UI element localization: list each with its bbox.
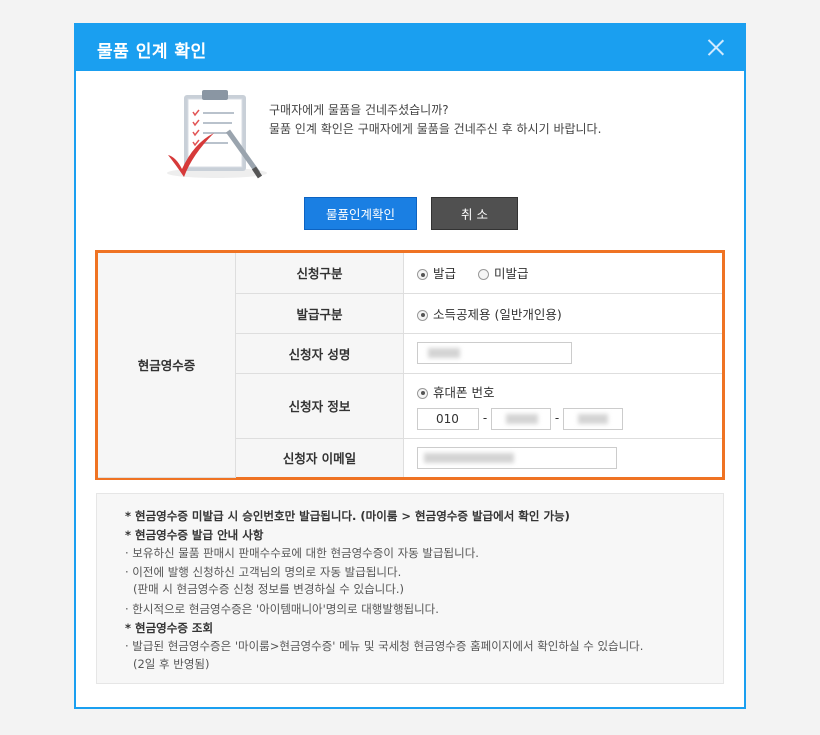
applicant-info-label: 신청자 정보	[235, 372, 404, 439]
confirm-handover-button[interactable]: 물품인계확인	[304, 197, 417, 230]
phone-last-field[interactable]	[563, 407, 623, 430]
applicant-email-label: 신청자 이메일	[235, 437, 404, 477]
radio-no-issue[interactable]: 미발급	[478, 263, 529, 282]
radio-mobile-number-label: 휴대폰 번호	[433, 384, 495, 400]
applicant-name-label: 신청자 성명	[235, 332, 404, 374]
notice-line: * 현금영수증 미발급 시 승인번호만 발급됩니다. (마이룸 > 현금영수증 …	[125, 509, 570, 523]
notice-box: * 현금영수증 미발급 시 승인번호만 발급됩니다. (마이룸 > 현금영수증 …	[96, 493, 724, 684]
phone-middle-field[interactable]	[491, 407, 551, 430]
issue-type-options: 소득공제용 (일반개인용)	[403, 292, 722, 334]
notice-heading: * 현금영수증 발급 안내 사항	[125, 528, 264, 542]
close-icon[interactable]	[706, 37, 726, 57]
radio-income-deduction[interactable]: 소득공제용 (일반개인용)	[417, 304, 562, 323]
radio-no-issue-label: 미발급	[494, 266, 529, 282]
masked-value	[428, 348, 460, 358]
radio-income-deduction-label: 소득공제용 (일반개인용)	[433, 306, 562, 322]
cash-receipt-table: 현금영수증 신청구분 발급 미발급 발급구분 소득공제용 (일반개인용) 신청자…	[98, 253, 722, 478]
applicant-name-field[interactable]	[417, 342, 572, 364]
notice-line: (2일 후 반영됨)	[133, 657, 210, 671]
notice-line: · 발급된 현금영수증은 '마이룸>현금영수증' 메뉴 및 국세청 현금영수증 …	[125, 639, 644, 653]
request-type-options: 발급 미발급	[403, 253, 722, 294]
notice-line: · 한시적으로 현금영수증은 '아이템매니아'명의로 대행발행됩니다.	[125, 602, 439, 616]
notice-heading: * 현금영수증 조회	[125, 621, 214, 635]
issue-type-label: 발급구분	[235, 292, 404, 334]
notice-line: · 보유하신 물품 판매시 판매수수료에 대한 현금영수증이 자동 발급됩니다.	[125, 546, 479, 560]
phone-prefix-field[interactable]: 010	[417, 407, 479, 430]
radio-selected-icon	[417, 309, 428, 321]
confirm-message: 구매자에게 물품을 건네주셨습니까? 물품 인계 확인은 구매자에게 물품을 건…	[269, 101, 601, 139]
phone-separator: -	[554, 411, 560, 425]
cash-receipt-form: 현금영수증 신청구분 발급 미발급 발급구분 소득공제용 (일반개인용) 신청자…	[95, 250, 725, 480]
masked-value	[424, 452, 514, 463]
applicant-email-field[interactable]	[417, 446, 617, 469]
radio-selected-icon	[417, 387, 428, 399]
notice-line: · 이전에 발행 신청하신 고객님의 명의로 자동 발급됩니다.	[125, 565, 402, 579]
masked-value	[506, 413, 538, 424]
radio-selected-icon	[417, 269, 428, 281]
dialog-titlebar: 물품 인계 확인	[76, 25, 744, 71]
message-line-1: 구매자에게 물품을 건네주셨습니까?	[269, 103, 449, 117]
dialog-title: 물품 인계 확인	[97, 42, 207, 62]
radio-empty-icon	[478, 269, 489, 281]
handover-dialog: 물품 인계 확인 구매자에게 물품을 건네주셨습니까? 물품 인계 확인은 구매…	[74, 23, 746, 709]
radio-mobile-number[interactable]: 휴대폰 번호	[417, 382, 494, 401]
phone-prefix-value: 010	[436, 411, 459, 426]
message-line-2: 물품 인계 확인은 구매자에게 물품을 건네주신 후 하시기 바랍니다.	[269, 122, 602, 136]
radio-issue-label: 발급	[433, 266, 457, 282]
clipboard-checklist-icon	[167, 90, 267, 179]
masked-value	[578, 413, 608, 424]
notice-line: (판매 시 현금영수증 신청 정보를 변경하실 수 있습니다.)	[133, 582, 404, 596]
request-type-label: 신청구분	[235, 253, 404, 294]
radio-issue[interactable]: 발급	[417, 263, 456, 282]
cash-receipt-section-label: 현금영수증	[98, 253, 236, 478]
phone-separator: -	[482, 411, 488, 425]
cancel-button[interactable]: 취 소	[431, 197, 518, 230]
